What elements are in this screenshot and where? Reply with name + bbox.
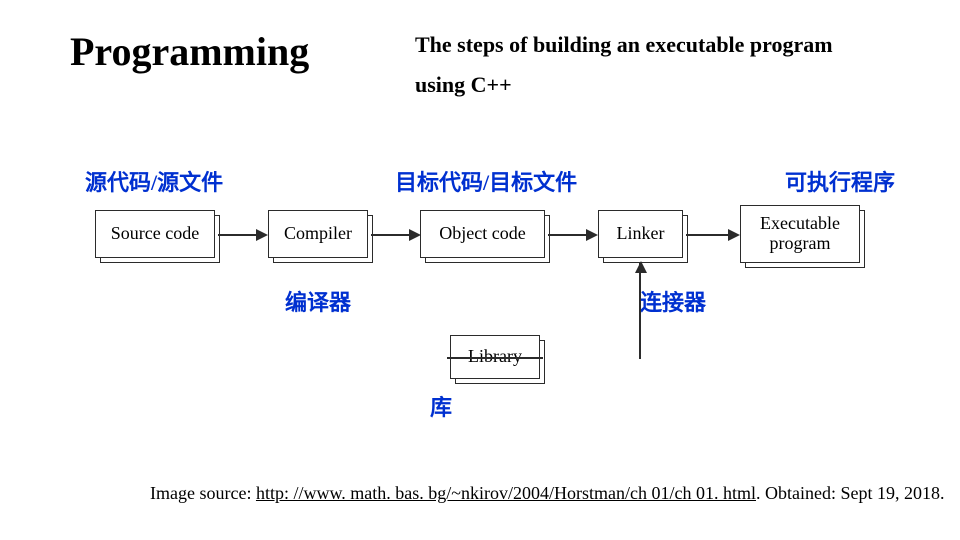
label-linker-zh: 连接器 <box>640 285 706 317</box>
box-library: Library <box>450 335 540 379</box>
build-pipeline-diagram: 源代码/源文件 目标代码/目标文件 可执行程序 编译器 连接器 库 Source… <box>0 145 960 425</box>
page-title: Programming <box>70 28 309 75</box>
label-object-zh: 目标代码/目标文件 <box>395 165 577 197</box>
citation-suffix: . Obtained: Sept 19, 2018. <box>756 483 944 503</box>
subtitle-line-1: The steps of building an executable prog… <box>415 32 833 58</box>
box-object: Object code <box>420 210 545 258</box>
box-executable: Executable program <box>740 205 860 263</box>
box-compiler: Compiler <box>268 210 368 258</box>
label-compiler-zh: 编译器 <box>285 285 351 317</box>
label-library-zh: 库 <box>430 390 452 422</box>
slide: Programming The steps of building an exe… <box>0 0 960 540</box>
box-source: Source code <box>95 210 215 258</box>
image-source-citation: Image source: http: //www. math. bas. bg… <box>150 483 944 504</box>
arrow-library-to-linker <box>543 263 643 359</box>
citation-prefix: Image source: <box>150 483 256 503</box>
citation-link[interactable]: http: //www. math. bas. bg/~nkirov/2004/… <box>256 483 756 503</box>
label-executable-zh: 可执行程序 <box>785 165 895 197</box>
subtitle-line-2: using C++ <box>415 72 512 98</box>
label-source-zh: 源代码/源文件 <box>85 165 223 197</box>
box-linker: Linker <box>598 210 683 258</box>
